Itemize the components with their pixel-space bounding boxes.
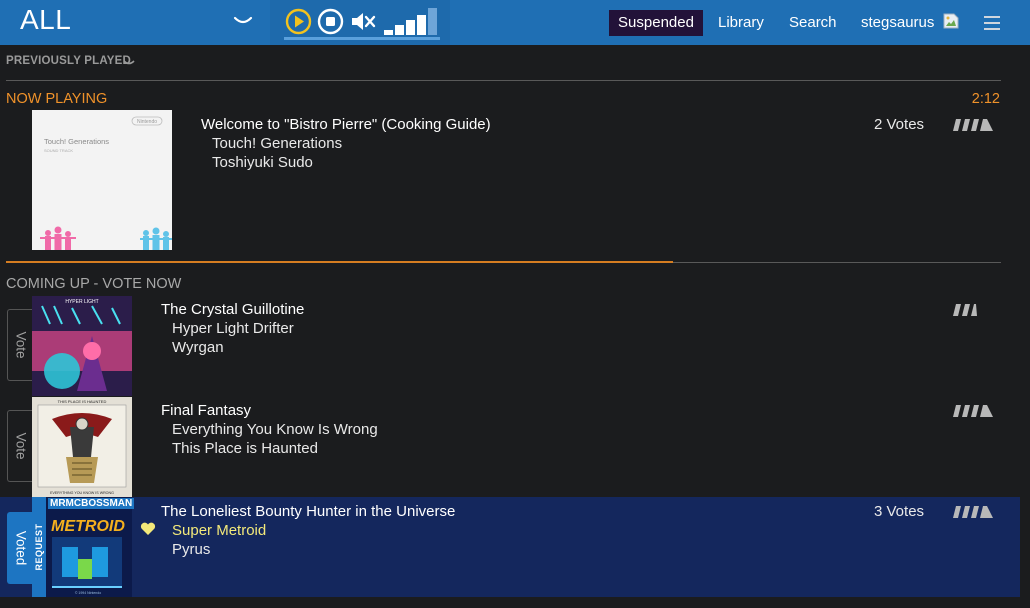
progress-fill [6,261,673,263]
queue-row: Vote HYPER LIGHT The Crystal Guillotine … [0,296,1020,396]
volume-bar [384,30,393,35]
art-title: METROID [51,518,125,535]
player-controls [270,0,450,45]
coming-up-heading: COMING UP - VOTE NOW [6,276,182,292]
hamburger-menu-icon[interactable] [984,16,1000,30]
vote-label: Voted [13,530,28,566]
now-playing-album-art: Nintendo Touch! Generations SOUND TRACK [32,110,172,250]
volume-bar [395,25,404,35]
volume-slider[interactable] [384,8,440,35]
queue-album[interactable]: Hyper Light Drifter [172,320,294,337]
request-tag: REQUEST [32,497,46,597]
queue-title: The Loneliest Bounty Hunter in the Unive… [161,503,456,520]
search-link[interactable]: Search [789,10,837,36]
library-link[interactable]: Library [718,10,764,36]
now-playing-album[interactable]: Touch! Generations [212,135,342,152]
requester-name[interactable]: MRMCBOSSMAN [48,498,135,509]
chevron-down-icon[interactable] [233,14,253,28]
request-label: REQUEST [34,523,44,571]
rating-bars-icon [953,506,993,518]
vote-count: 2 Votes [874,116,925,133]
vote-button[interactable]: Vote [7,309,33,381]
vote-button[interactable]: Vote [7,410,33,482]
art-footer: © 1994 Nintendo [75,591,101,595]
now-playing-title: Welcome to "Bistro Pierre" (Cooking Guid… [201,116,491,133]
now-playing-heading: NOW PLAYING [6,91,108,107]
queue-title: The Crystal Guillotine [161,301,305,318]
queue-artist[interactable]: Wyrgan [172,339,224,356]
previously-played-toggle[interactable]: PREVIOUSLY PLAYED [6,55,131,67]
voted-button[interactable]: Voted [7,512,33,584]
user-link[interactable]: stegsaurus [861,10,934,36]
queue-album-art: THIS PLACE IS HAUNTED EVERYTHING YOU KNO… [32,397,132,497]
volume-bar [406,20,415,35]
station-name: ALL [20,4,72,35]
queue-artist[interactable]: Pyrus [172,541,210,558]
stop-circle-icon[interactable] [317,8,344,35]
rating-bars-icon [953,405,993,417]
queue-row-voted: Voted METROID © 1994 Nintendo REQUEST MR… [0,497,1020,597]
art-title: Touch! Generations [44,137,109,146]
queue-row: Vote THIS PLACE IS HAUNTED EVERYTHING YO… [0,397,1020,497]
suspended-button[interactable]: Suspended [609,10,703,36]
rating-bars-icon [953,304,993,316]
top-bar: ALL Suspended Library Search stegsaurus [0,0,1030,45]
now-playing-artist[interactable]: Toshiyuki Sudo [212,154,313,171]
queue-album[interactable]: Everything You Know Is Wrong [172,421,378,438]
avatar[interactable] [943,13,959,29]
art-bottom-text: EVERYTHING YOU KNOW IS WRONG [50,491,114,495]
art-top-text: THIS PLACE IS HAUNTED [58,399,107,404]
queue-album-art: HYPER LIGHT [32,296,132,396]
volume-bar [428,8,437,35]
chevron-down-icon[interactable] [123,59,135,67]
rating-bars-icon [953,119,993,131]
art-title: HYPER LIGHT [65,299,98,305]
vote-label: Vote [13,331,28,359]
queue-album-art: METROID © 1994 Nintendo [32,497,132,597]
queue-album[interactable]: Super Metroid [172,522,266,539]
speaker-mute-icon[interactable] [349,8,376,35]
play-circle-icon[interactable] [285,8,312,35]
volume-bar [417,15,426,35]
vote-label: Vote [13,432,28,460]
heart-icon[interactable] [140,522,156,536]
station-selector[interactable]: ALL [0,0,268,45]
queue-title: Final Fantasy [161,402,252,419]
art-brand: Nintendo [137,119,157,125]
divider [6,80,1001,81]
player-underline [284,37,440,40]
vote-count: 3 Votes [874,503,925,520]
time-remaining: 2:12 [971,91,1000,107]
queue-artist[interactable]: This Place is Haunted [172,440,318,457]
art-subtitle: SOUND TRACK [44,148,73,153]
